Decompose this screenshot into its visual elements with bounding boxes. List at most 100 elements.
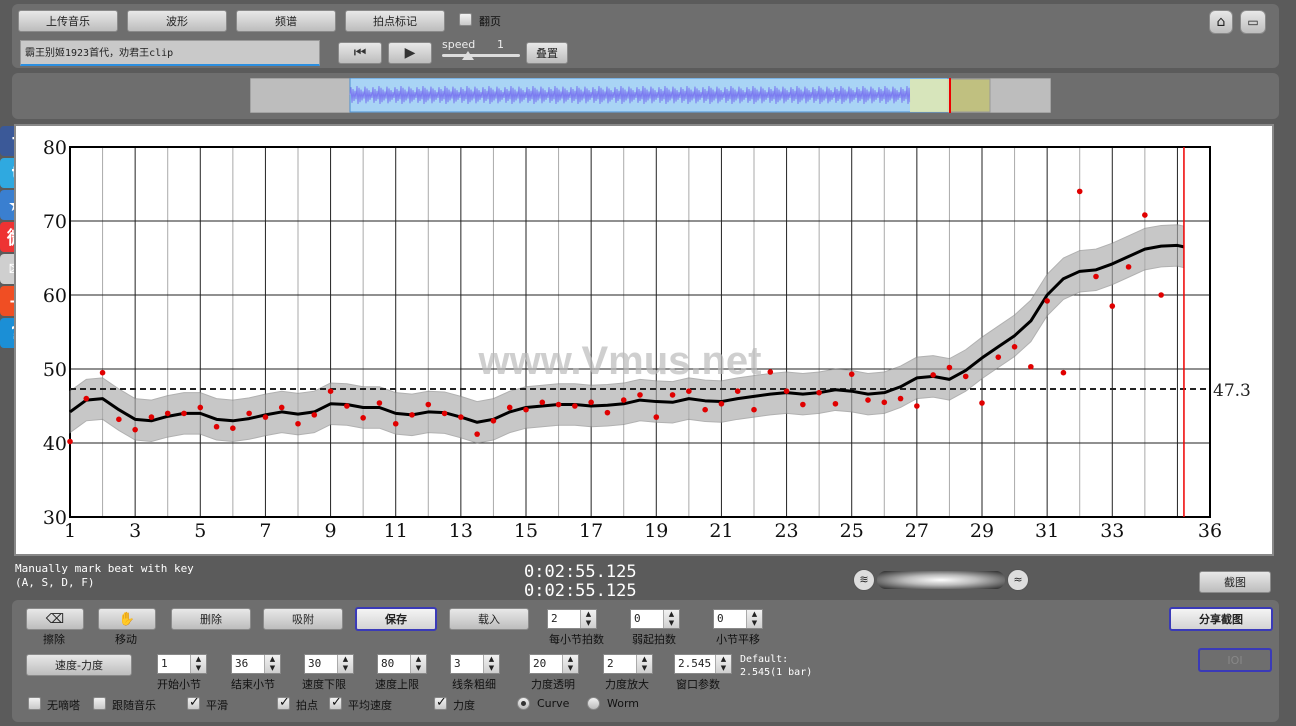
tempo-min-stepper[interactable]: 30 ▲ ▼ [304,654,354,674]
beat-point[interactable] [881,399,888,406]
beat-point[interactable] [669,392,676,398]
dyn-transparency-value[interactable]: 20 [530,655,562,673]
beat-point[interactable] [458,414,464,420]
up-arrow-icon[interactable]: ▲ [338,655,353,664]
up-arrow-icon[interactable]: ▲ [716,655,731,664]
tempo-min-value[interactable]: 30 [305,655,337,673]
down-arrow-icon[interactable]: ▼ [411,664,426,673]
beat-point[interactable] [995,354,1002,360]
beat-point[interactable] [506,404,513,411]
beat-point[interactable] [83,395,90,402]
beat-point[interactable] [914,403,920,409]
dyn-scale-value[interactable]: 2 [604,655,636,673]
beat-point[interactable] [604,409,611,416]
beats-per-bar-value[interactable]: 2 [548,610,580,628]
beat-point[interactable] [278,404,285,411]
beat-point[interactable] [213,423,220,430]
beat-point[interactable] [702,406,708,413]
beat-point[interactable] [441,410,448,417]
beat-point[interactable] [116,416,122,423]
beat-point[interactable] [588,399,594,406]
beat-point[interactable] [555,401,562,408]
beat-point[interactable] [979,400,985,406]
beat-point[interactable] [376,400,383,406]
volume-track[interactable] [877,571,1005,589]
up-arrow-icon[interactable]: ▲ [411,655,426,664]
beat-point[interactable] [295,420,301,427]
beat-point[interactable] [816,389,822,396]
tempo-max-stepper[interactable]: 80 ▲ ▼ [377,654,427,674]
down-arrow-icon[interactable]: ▼ [716,664,731,673]
beat-point[interactable] [425,401,432,408]
dynamics-checkbox[interactable] [434,695,447,710]
beat-point[interactable] [751,406,757,413]
beat-point[interactable] [767,369,774,375]
pickup-value[interactable]: 0 [631,610,663,628]
beat-point[interactable] [67,438,73,445]
beats-per-bar-stepper[interactable]: 2 ▲ ▼ [547,609,597,629]
beat-point[interactable] [865,397,871,403]
share-screenshot-button[interactable]: 分享截图 [1169,607,1273,631]
beat-point[interactable] [1076,188,1083,195]
beat-point[interactable] [1109,303,1116,309]
beat-point[interactable] [164,410,171,417]
save-button[interactable]: 保存 [355,607,437,631]
avg-tempo-checkbox[interactable] [329,695,342,710]
home-button[interactable]: ⌂ [1209,10,1233,34]
up-arrow-icon[interactable]: ▲ [563,655,578,664]
up-arrow-icon[interactable]: ▲ [664,610,679,619]
beat-point[interactable] [181,410,187,417]
beat-point[interactable] [1011,344,1018,350]
beat-point[interactable] [132,426,138,433]
beat-point[interactable] [1142,212,1148,218]
upload-music-button[interactable]: 上传音乐 [18,10,118,32]
spectrum-button[interactable]: 频谱 [236,10,336,32]
beat-point[interactable] [344,403,350,409]
beat-point[interactable] [572,403,578,409]
beat-point[interactable] [523,406,529,413]
beat-point[interactable] [539,399,546,406]
down-arrow-icon[interactable]: ▼ [581,619,596,628]
beat-point[interactable] [409,412,415,418]
smooth-checkbox[interactable] [187,695,200,710]
beat-point[interactable] [490,418,497,424]
down-arrow-icon[interactable]: ▼ [265,664,280,673]
down-arrow-icon[interactable]: ▼ [338,664,353,673]
beat-point[interactable] [1044,298,1050,304]
beat-point[interactable] [848,371,855,377]
delete-button[interactable]: 删除 [171,608,251,630]
skip-to-start-button[interactable]: ⏮ [338,42,382,64]
beat-point[interactable] [734,388,741,395]
beat-point[interactable] [230,425,236,432]
window-button[interactable]: ▭ [1240,10,1266,34]
move-button[interactable]: ✋ [98,608,156,630]
tempo-max-value[interactable]: 80 [378,655,410,673]
down-arrow-icon[interactable]: ▼ [637,664,652,673]
dyn-transparency-stepper[interactable]: 20 ▲ ▼ [529,654,579,674]
beat-point[interactable] [392,420,399,427]
beat-point[interactable] [197,404,204,411]
curve-radio[interactable] [517,697,530,710]
line-width-stepper[interactable]: 3 ▲ ▼ [450,654,500,674]
ioi-button[interactable]: IOI [1198,648,1272,672]
beat-point[interactable] [783,388,790,395]
beat-point[interactable] [262,414,269,420]
window-stepper[interactable]: 2.545 ▲ ▼ [674,654,732,674]
up-arrow-icon[interactable]: ▲ [484,655,499,664]
up-arrow-icon[interactable]: ▲ [265,655,280,664]
beat-point[interactable] [148,414,155,420]
start-bar-value[interactable]: 1 [158,655,190,673]
waveform-button[interactable]: 波形 [127,10,227,32]
up-arrow-icon[interactable]: ▲ [637,655,652,664]
snap-button[interactable]: 吸附 [263,608,343,630]
down-arrow-icon[interactable]: ▼ [484,664,499,673]
line-width-value[interactable]: 3 [451,655,483,673]
volume-slider[interactable]: ≋ ≈ [853,569,1029,591]
filename-field[interactable]: 霸王别姬1923首代，劝君王clip [20,40,320,66]
screenshot-button[interactable]: 截图 [1199,571,1271,593]
up-arrow-icon[interactable]: ▲ [191,655,206,664]
beat-point[interactable] [653,414,660,420]
beat-point[interactable] [1125,264,1132,270]
waveform-overview[interactable] [250,78,1051,113]
tempo-chart[interactable]: www.Vmus.net47.31 3 5 7 9 11 13 15 17 19 21 23 25 27 2… [16,126,1272,554]
